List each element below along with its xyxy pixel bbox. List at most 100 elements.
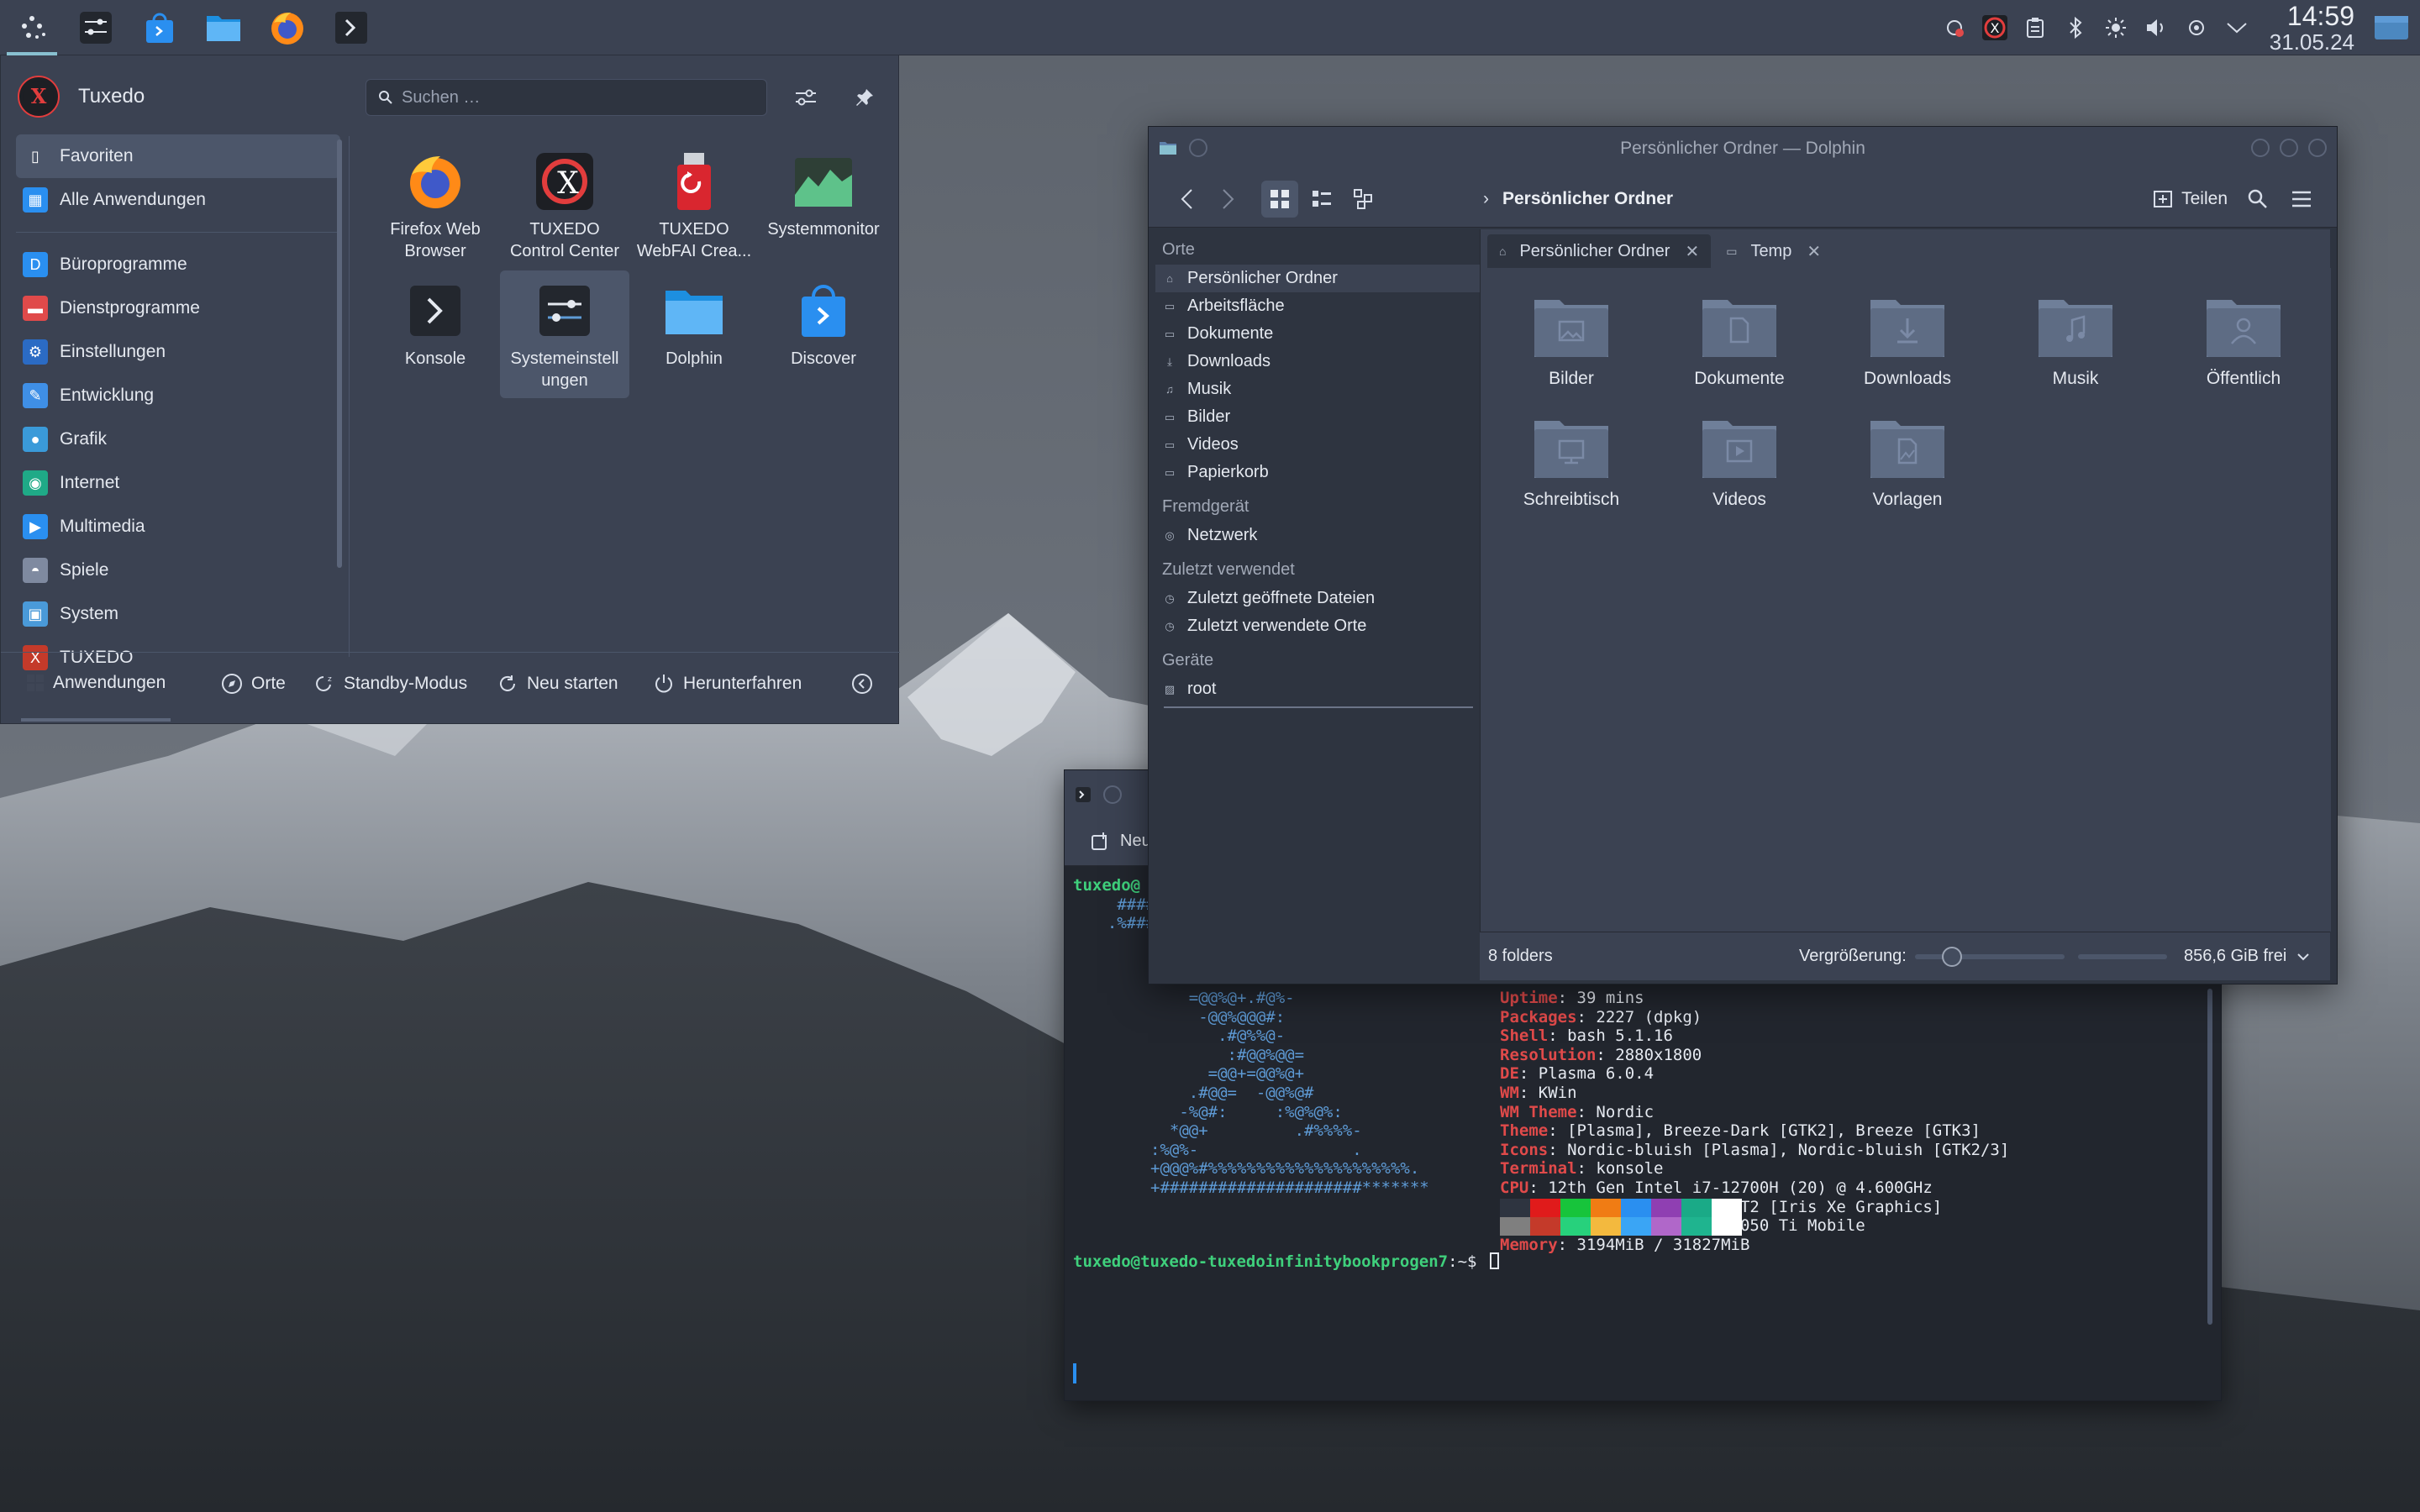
more-button[interactable] <box>851 673 881 695</box>
folder-item[interactable]: Downloads <box>1823 275 1991 392</box>
tab-temp[interactable]: ▭ Temp ✕ <box>1714 234 1833 268</box>
ascii-line: *@@+ .#%%%%- <box>1150 1121 1362 1141</box>
zoom-slider-handle[interactable] <box>1942 947 1962 967</box>
app-tile[interactable]: Firefox Web Browser <box>371 141 500 269</box>
app-tile[interactable]: Dolphin <box>629 270 759 398</box>
volume-icon[interactable] <box>2140 12 2172 44</box>
taskbar-discover[interactable] <box>128 0 192 55</box>
dolphin-titlebar[interactable]: Persönlicher Ordner — Dolphin <box>1149 127 2337 171</box>
category-item[interactable]: ◉ Internet <box>16 461 340 505</box>
places-item[interactable]: ♫ Musik <box>1155 375 1480 403</box>
folder-grid[interactable]: Bilder Dokumente Downloads Musik Öffentlich S… <box>1481 268 2331 932</box>
places-item[interactable]: ▭ Dokumente <box>1155 320 1480 348</box>
category-scrollbar[interactable] <box>337 139 342 568</box>
places-item[interactable]: ▨ root <box>1155 675 1480 703</box>
tab-applications[interactable]: Anwendungen <box>26 673 166 693</box>
app-tile[interactable]: Systemeinstell ungen <box>500 270 629 398</box>
places-item[interactable]: ⌂ Persönlicher Ordner <box>1155 265 1480 292</box>
category-label: Einstellungen <box>60 342 166 361</box>
folder-item[interactable]: Öffentlich <box>2160 275 2328 392</box>
free-space[interactable]: 856,6 GiB frei <box>2184 947 2310 966</box>
sleep-button[interactable]: z Standby-Modus <box>313 673 467 695</box>
compact-view-button[interactable] <box>1303 181 1340 218</box>
category-item[interactable]: ⚙ Einstellungen <box>16 330 340 374</box>
taskbar-dolphin[interactable] <box>192 0 255 55</box>
tuxedo-control-center-tray-icon[interactable]: X <box>1979 12 2011 44</box>
forward-button[interactable] <box>1209 181 1246 218</box>
minimize-button[interactable] <box>2251 139 2270 157</box>
search-input[interactable]: Suchen … <box>366 79 767 116</box>
pin-button[interactable] <box>846 79 883 116</box>
bluetooth-icon[interactable] <box>2060 12 2091 44</box>
active-tab-indicator <box>21 718 171 722</box>
brightness-icon[interactable] <box>2100 12 2132 44</box>
close-icon[interactable]: ✕ <box>1807 241 1821 262</box>
folder-item[interactable]: Musik <box>1991 275 2160 392</box>
search-button[interactable] <box>2239 181 2276 218</box>
keep-above-button[interactable] <box>1103 785 1122 804</box>
share-button[interactable]: Teilen <box>2153 171 2228 228</box>
app-label: Firefox Web Browser <box>390 220 481 260</box>
tab-places[interactable]: Orte <box>221 673 286 695</box>
places-item[interactable]: ◷ Zuletzt geöffnete Dateien <box>1155 585 1480 612</box>
chevron-down-icon[interactable] <box>2221 12 2253 44</box>
icons-view-button[interactable] <box>1261 181 1298 218</box>
close-button[interactable] <box>2308 139 2327 157</box>
new-tab-button[interactable]: Neu <box>1090 832 1151 852</box>
show-desktop-icon[interactable] <box>2371 12 2412 44</box>
places-item[interactable]: ▭ Arbeitsfläche <box>1155 292 1480 320</box>
places-item[interactable]: ▭ Bilder <box>1155 403 1480 431</box>
app-tile[interactable]: Discover <box>759 270 888 398</box>
info-value: : [Plasma], Breeze-Dark [GTK2], Breeze [… <box>1548 1121 1981 1141</box>
icons-view-icon <box>1270 190 1289 208</box>
hamburger-menu-button[interactable] <box>2283 181 2320 218</box>
folder-item[interactable]: Dokumente <box>1655 275 1823 392</box>
category-item[interactable]: ▦ Alle Anwendungen <box>16 178 340 222</box>
category-item[interactable]: ✎ Entwicklung <box>16 374 340 417</box>
app-tile[interactable]: TUXEDO WebFAI Crea... <box>629 141 759 269</box>
restart-button[interactable]: Neu starten <box>497 673 618 695</box>
avatar[interactable]: X <box>18 76 60 118</box>
dolphin-window[interactable]: Persönlicher Ordner — Dolphin › Persönli… <box>1148 126 2338 984</box>
app-tile[interactable]: Systemmonitor <box>759 141 888 269</box>
close-icon[interactable]: ✕ <box>1685 241 1699 262</box>
taskbar-system-settings[interactable] <box>64 0 128 55</box>
app-tile[interactable]: Konsole <box>371 270 500 398</box>
folder-label: Vorlagen <box>1872 490 1943 509</box>
shutdown-button[interactable]: Herunterfahren <box>653 673 802 695</box>
zoom-slider[interactable] <box>1915 947 2065 967</box>
network-icon[interactable] <box>2181 12 2212 44</box>
category-item[interactable]: ▯ Favoriten <box>16 134 340 178</box>
folder-item[interactable]: Schreibtisch <box>1487 396 1655 513</box>
category-item[interactable]: ◓ Spiele <box>16 549 340 592</box>
places-item[interactable]: ⤓ Downloads <box>1155 348 1480 375</box>
keep-above-button[interactable] <box>1189 139 1207 157</box>
folder-item[interactable]: Bilder <box>1487 275 1655 392</box>
clipboard-icon[interactable] <box>2019 12 2051 44</box>
places-item[interactable]: ▭ Videos <box>1155 431 1480 459</box>
breadcrumb[interactable]: › Persönlicher Ordner <box>1483 171 1673 228</box>
taskbar-firefox[interactable] <box>255 0 319 55</box>
folder-item[interactable]: Vorlagen <box>1823 396 1991 513</box>
category-label: Büroprogramme <box>60 255 187 274</box>
category-item[interactable]: ▶ Multimedia <box>16 505 340 549</box>
places-item[interactable]: ◎ Netzwerk <box>1155 522 1480 549</box>
back-button[interactable] <box>1169 181 1206 218</box>
app-tile[interactable]: X TUXEDO Control Center <box>500 141 629 269</box>
category-item[interactable]: ● Grafik <box>16 417 340 461</box>
maximize-button[interactable] <box>2280 139 2298 157</box>
folder-item[interactable]: Videos <box>1655 396 1823 513</box>
configure-button[interactable] <box>787 79 824 116</box>
tab-home[interactable]: ⌂ Persönlicher Ordner ✕ <box>1487 234 1712 268</box>
microphone-muted-icon[interactable] <box>1939 12 1970 44</box>
taskbar-konsole[interactable] <box>319 0 383 55</box>
application-launcher-button[interactable] <box>0 0 64 55</box>
details-view-button[interactable] <box>1345 181 1382 218</box>
category-item[interactable]: ▬ Dienstprogramme <box>16 286 340 330</box>
category-item[interactable]: D Büroprogramme <box>16 243 340 286</box>
places-item[interactable]: ▭ Papierkorb <box>1155 459 1480 486</box>
terminal-scrollbar[interactable] <box>2207 989 2212 1325</box>
places-item[interactable]: ◷ Zuletzt verwendete Orte <box>1155 612 1480 640</box>
category-item[interactable]: ▣ System <box>16 592 340 636</box>
digital-clock[interactable]: 14:59 31.05.24 <box>2270 3 2354 53</box>
